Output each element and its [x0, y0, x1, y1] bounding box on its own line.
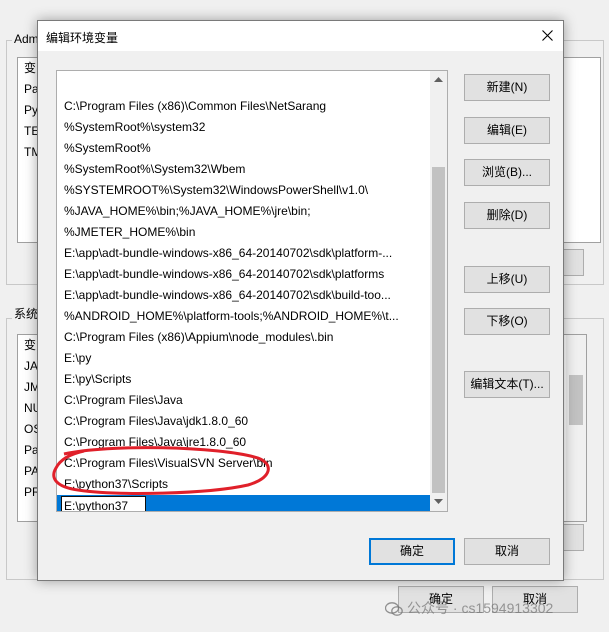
- list-item[interactable]: C:\Program Files\Java\jre1.8.0_60: [57, 432, 431, 453]
- edit-text-button[interactable]: 编辑文本(T)...: [464, 371, 550, 398]
- scrollbar-thumb[interactable]: [569, 375, 583, 425]
- close-button[interactable]: [533, 21, 563, 51]
- system-variables-group-label: 系统: [12, 305, 41, 322]
- chevron-up-icon: [434, 77, 443, 82]
- list-item[interactable]: %SYSTEMROOT%\System32\WindowsPowerShell\…: [57, 180, 431, 201]
- path-entries-list[interactable]: C:\Program Files (x86)\Common Files\NetS…: [56, 70, 448, 512]
- scroll-down-button[interactable]: [430, 494, 447, 511]
- scrollbar-thumb[interactable]: [432, 167, 445, 493]
- list-item[interactable]: %ANDROID_HOME%\platform-tools;%ANDROID_H…: [57, 306, 431, 327]
- edit-environment-variable-dialog: 编辑环境变量 C:\Program Files (x86)\Common Fil…: [37, 20, 564, 581]
- path-edit-input[interactable]: [61, 496, 146, 511]
- watermark-text: 公众号 · cs1594913302: [407, 600, 554, 616]
- list-item[interactable]: C:\Program Files\VisualSVN Server\bin: [57, 453, 431, 474]
- dialog-title: 编辑环境变量: [46, 31, 119, 45]
- dialog-titlebar: 编辑环境变量: [38, 21, 563, 51]
- system-variables-scrollbar[interactable]: [566, 335, 586, 521]
- list-item[interactable]: C:\Program Files\Java\jdk1.8.0_60: [57, 411, 431, 432]
- edit-button[interactable]: 编辑(E): [464, 117, 550, 144]
- list-item[interactable]: %SystemRoot%\System32\Wbem: [57, 159, 431, 180]
- list-item[interactable]: %JMETER_HOME%\bin: [57, 222, 431, 243]
- list-item[interactable]: E:\py: [57, 348, 431, 369]
- move-down-button[interactable]: 下移(O): [464, 308, 550, 335]
- new-button[interactable]: 新建(N): [464, 74, 550, 101]
- list-item[interactable]: %JAVA_HOME%\bin;%JAVA_HOME%\jre\bin;: [57, 201, 431, 222]
- scroll-up-button[interactable]: [430, 71, 447, 88]
- cancel-button[interactable]: 取消: [464, 538, 550, 565]
- delete-button[interactable]: 删除(D): [464, 202, 550, 229]
- user-variables-delete-button[interactable]: [564, 249, 584, 276]
- list-item[interactable]: %SystemRoot%: [57, 138, 431, 159]
- move-up-button[interactable]: 上移(U): [464, 266, 550, 293]
- ok-button[interactable]: 确定: [369, 538, 455, 565]
- chevron-down-icon: [434, 499, 443, 504]
- list-item[interactable]: C:\Program Files (x86)\Common Files\NetS…: [57, 96, 431, 117]
- list-item-selected[interactable]: [57, 495, 431, 511]
- list-item[interactable]: E:\app\adt-bundle-windows-x86_64-2014070…: [57, 243, 431, 264]
- wechat-icon: [385, 601, 403, 616]
- close-icon: [542, 30, 553, 41]
- system-variables-delete-button[interactable]: [564, 524, 584, 551]
- list-item[interactable]: C:\Program Files\Java: [57, 390, 431, 411]
- list-item[interactable]: E:\app\adt-bundle-windows-x86_64-2014070…: [57, 264, 431, 285]
- list-item[interactable]: E:\py\Scripts: [57, 369, 431, 390]
- list-item[interactable]: E:\app\adt-bundle-windows-x86_64-2014070…: [57, 285, 431, 306]
- list-item[interactable]: %SystemRoot%\system32: [57, 117, 431, 138]
- watermark: 公众号 · cs1594913302: [385, 598, 553, 618]
- list-item[interactable]: C:\Program Files (x86)\Appium\node_modul…: [57, 327, 431, 348]
- list-item[interactable]: E:\python37\Scripts: [57, 474, 431, 495]
- browse-button[interactable]: 浏览(B)...: [464, 159, 550, 186]
- path-list-scrollbar[interactable]: [430, 71, 447, 511]
